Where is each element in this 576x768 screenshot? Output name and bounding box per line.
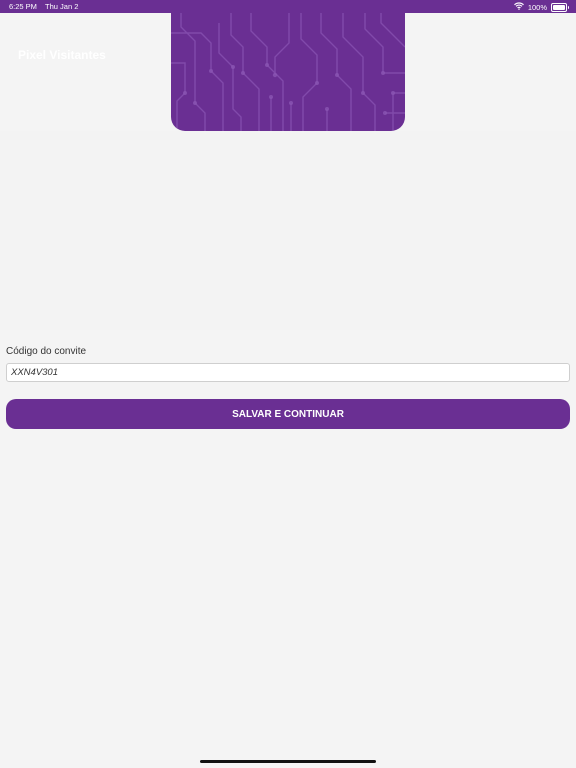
status-bar: 6:25 PM Thu Jan 2 100%	[0, 0, 576, 13]
battery-percentage: 100%	[527, 2, 547, 12]
wifi-icon	[513, 2, 524, 12]
invite-code-label: Código do convite	[6, 346, 87, 357]
invite-code-input[interactable]	[6, 363, 570, 382]
home-indicator	[200, 760, 376, 763]
save-and-continue-button[interactable]: SALVAR E CONTINUAR	[6, 399, 570, 429]
status-date: Thu Jan 2	[45, 2, 79, 11]
app-title: Pixel Visitantes	[18, 48, 106, 62]
battery-full-icon	[551, 2, 569, 12]
status-time: 6:25 PM	[9, 2, 37, 11]
header-banner	[171, 13, 405, 131]
content-background	[0, 131, 576, 330]
circuit-pattern-image	[171, 13, 405, 131]
status-right: 100%	[513, 2, 569, 12]
status-left: 6:25 PM Thu Jan 2	[9, 2, 78, 11]
